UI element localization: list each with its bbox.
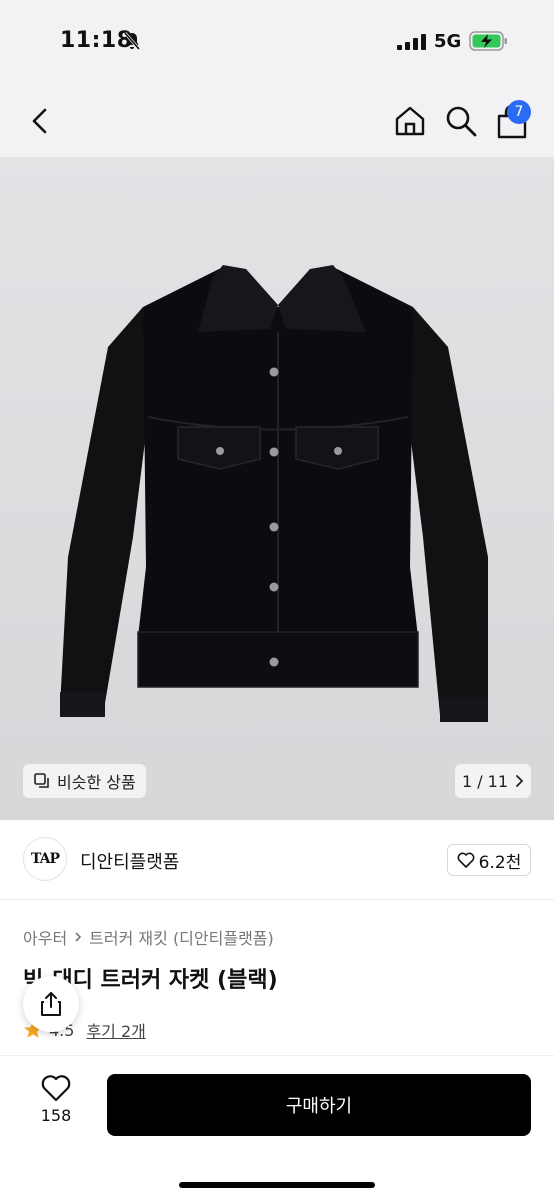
cart-count-badge: 7	[507, 100, 531, 124]
heart-icon	[41, 1075, 71, 1102]
chevron-right-icon	[75, 932, 82, 942]
signal-icon	[397, 34, 426, 50]
brand-like-button[interactable]: 6.2천	[447, 844, 531, 876]
back-icon[interactable]	[26, 106, 54, 136]
similar-products-label: 비슷한 상품	[57, 773, 136, 792]
network-type: 5G	[434, 31, 462, 52]
review-link[interactable]: 후기 2개	[86, 1018, 145, 1042]
page-indicator-text: 1 / 11	[461, 771, 509, 791]
wishlist-button[interactable]: 158	[24, 1074, 88, 1138]
bell-off-icon	[123, 32, 141, 50]
copy-icon	[34, 773, 49, 788]
breadcrumb: 아우터 트러커 재킷 (디안티플랫폼)	[23, 925, 274, 949]
product-image	[60, 265, 488, 722]
chevron-right-icon	[516, 775, 524, 787]
brand-logo[interactable]: TAP	[23, 837, 67, 881]
search-icon[interactable]	[444, 104, 478, 138]
similar-products-button[interactable]: 비슷한 상품	[23, 764, 146, 798]
share-button[interactable]	[23, 976, 79, 1032]
brand-like-count: 6.2천	[478, 852, 522, 873]
home-icon[interactable]	[393, 104, 427, 138]
brand-name[interactable]: 디안티플랫폼	[80, 848, 179, 874]
status-bar: 11:18 5G	[0, 0, 554, 84]
purchase-bar: 158 구매하기	[0, 1055, 554, 1200]
top-nav	[0, 84, 554, 157]
breadcrumb-category[interactable]: 아우터	[23, 925, 67, 949]
breadcrumb-subcategory[interactable]: 트러커 재킷 (디안티플랫폼)	[89, 925, 274, 949]
home-indicator	[179, 1182, 375, 1188]
product-image-gallery[interactable]: 비슷한 상품 1 / 11	[0, 157, 554, 820]
heart-icon	[457, 852, 475, 868]
battery-charging-icon	[469, 31, 507, 51]
buy-button[interactable]: 구매하기	[107, 1074, 531, 1136]
share-icon	[41, 992, 61, 1016]
image-page-indicator[interactable]: 1 / 11	[455, 764, 531, 798]
wishlist-count: 158	[40, 1106, 72, 1125]
brand-row: TAP 디안티플랫폼 6.2천	[0, 820, 554, 900]
